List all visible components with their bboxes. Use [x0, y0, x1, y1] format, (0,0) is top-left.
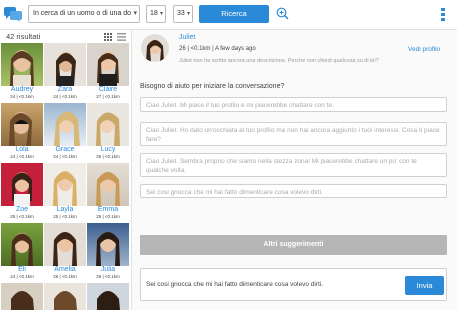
profile-photo — [44, 103, 86, 146]
profile-meta: 26 | <0.1km — [53, 274, 77, 279]
profile-meta: 25 | <0.1km — [96, 154, 120, 159]
profile-meta: 25 | <0.1km — [10, 214, 34, 219]
list-view-icon[interactable] — [117, 33, 126, 41]
profile-photo — [87, 223, 129, 266]
profile-photo — [1, 283, 43, 310]
profile-card[interactable]: Emma 25 | <0.1km — [87, 163, 129, 220]
profile-photo — [87, 163, 129, 206]
profile-card[interactable]: Audrey 24 | <0.1km — [1, 43, 43, 100]
results-panel: 42 risultati Audrey 24 | <0.1km Zara 24 … — [0, 30, 131, 310]
profile-meta: 27 | <0.1km — [96, 94, 120, 99]
suggestion-item[interactable]: Ciao Juliet. Mi piace il tuo profilo e m… — [140, 97, 447, 112]
profile-name: Amelia — [54, 266, 76, 273]
search-preference-value: In cerca di un uomo o di una do — [33, 10, 132, 17]
search-button[interactable]: Ricerca — [199, 5, 269, 23]
profile-photo — [1, 163, 43, 206]
age-min-select[interactable]: 18 ▾ — [146, 5, 166, 23]
profile-name: Zara — [57, 86, 73, 93]
profile-description: Juliet non ha scritto ancora una descriz… — [179, 58, 379, 64]
profile-name: Claire — [98, 86, 118, 93]
profile-card[interactable]: Lola 24 | <0.1km — [1, 103, 43, 160]
profile-photo — [1, 43, 43, 86]
profile-meta: 24 | <0.1km — [10, 154, 34, 159]
age-max-value: 33 — [177, 10, 185, 17]
profile-name: Lola — [15, 146, 29, 153]
message-compose-box[interactable]: Sei cosi gnocca che mi hai fatto dimenti… — [140, 268, 447, 301]
profile-card[interactable]: Layla 25 | <0.1km — [44, 163, 86, 220]
profile-card[interactable] — [44, 283, 86, 310]
zoom-icon[interactable] — [276, 7, 289, 20]
view-profile-link[interactable]: Vedi profilo — [408, 46, 440, 53]
profile-card[interactable]: Claire 27 | <0.1km — [87, 43, 129, 100]
chevron-down-icon: ▾ — [186, 11, 190, 17]
profile-card[interactable]: Zoe 25 | <0.1km — [1, 163, 43, 220]
profile-name: Emma — [97, 206, 119, 213]
conversation-panel: Juliet 26 | <0.1km | A few days ago Juli… — [132, 30, 457, 310]
more-suggestions-button[interactable]: Altri suggerimenti — [140, 235, 447, 255]
profile-photo — [44, 223, 86, 266]
results-count: 42 risultati — [6, 32, 41, 41]
profile-meta: 26 | <0.1km — [96, 274, 120, 279]
suggestion-item[interactable]: Ciao Juliet. Sembra proprio che siamo ne… — [140, 153, 447, 177]
age-max-select[interactable]: 33 ▾ — [173, 5, 193, 23]
profile-card[interactable]: Eli 24 | <0.1km — [1, 223, 43, 280]
kebab-menu-icon[interactable] — [441, 8, 445, 22]
suggestion-item[interactable]: Sei cosi gnocca che mi hai fatto dimenti… — [140, 184, 447, 198]
profile-photo — [1, 103, 43, 146]
profile-meta: 24 | <0.1km — [53, 94, 77, 99]
chevron-down-icon: ▾ — [159, 11, 163, 17]
profile-header-meta: 26 | <0.1km | A few days ago — [179, 46, 256, 52]
profile-card[interactable]: Lucy 25 | <0.1km — [87, 103, 129, 160]
profile-name: Layla — [56, 206, 74, 213]
profile-meta: 24 | <0.1km — [10, 94, 34, 99]
age-min-value: 18 — [150, 10, 158, 17]
profile-meta: 25 | <0.1km — [96, 214, 120, 219]
profile-photo — [44, 43, 86, 86]
profile-header-name[interactable]: Juliet — [179, 34, 195, 41]
profile-photo — [87, 283, 129, 310]
profile-name: Audrey — [10, 86, 34, 93]
profile-name: Grace — [55, 146, 75, 153]
suggestion-item[interactable]: Ciao Juliet. Ho dato un'occhiata al tuo … — [140, 122, 447, 146]
chevron-down-icon: ▾ — [133, 10, 137, 17]
profile-name: Eli — [18, 266, 26, 273]
profile-card[interactable]: Julia 26 | <0.1km — [87, 223, 129, 280]
message-input[interactable]: Sei cosi gnocca che mi hai fatto dimenti… — [146, 281, 323, 288]
chat-logo-icon[interactable] — [4, 7, 22, 22]
profile-meta: 24 | <0.1km — [10, 274, 34, 279]
profile-card[interactable]: Amelia 26 | <0.1km — [44, 223, 86, 280]
profile-photo — [87, 43, 129, 86]
avatar[interactable] — [141, 34, 169, 62]
send-button[interactable]: Invia — [405, 276, 444, 295]
profile-card[interactable] — [87, 283, 129, 310]
profile-card[interactable]: Grace 24 | <0.1km — [44, 103, 86, 160]
grid-view-icon[interactable] — [104, 33, 112, 41]
top-bar: In cerca di un uomo o di una do ▾ 18 ▾ 3… — [0, 0, 457, 30]
profile-photo — [44, 163, 86, 206]
profile-name: Zoe — [15, 206, 29, 213]
profile-meta: 25 | <0.1km — [53, 214, 77, 219]
profile-card[interactable]: Zara 24 | <0.1km — [44, 43, 86, 100]
profile-name: Julia — [100, 266, 116, 273]
profile-photo — [44, 283, 86, 310]
profile-card[interactable] — [1, 283, 43, 310]
profile-name: Lucy — [100, 146, 116, 153]
profile-photo — [1, 223, 43, 266]
help-heading: Bisogno di aiuto per iniziare la convers… — [140, 83, 285, 90]
profile-photo — [87, 103, 129, 146]
profile-meta: 24 | <0.1km — [53, 154, 77, 159]
search-preference-select[interactable]: In cerca di un uomo o di una do ▾ — [28, 5, 140, 23]
